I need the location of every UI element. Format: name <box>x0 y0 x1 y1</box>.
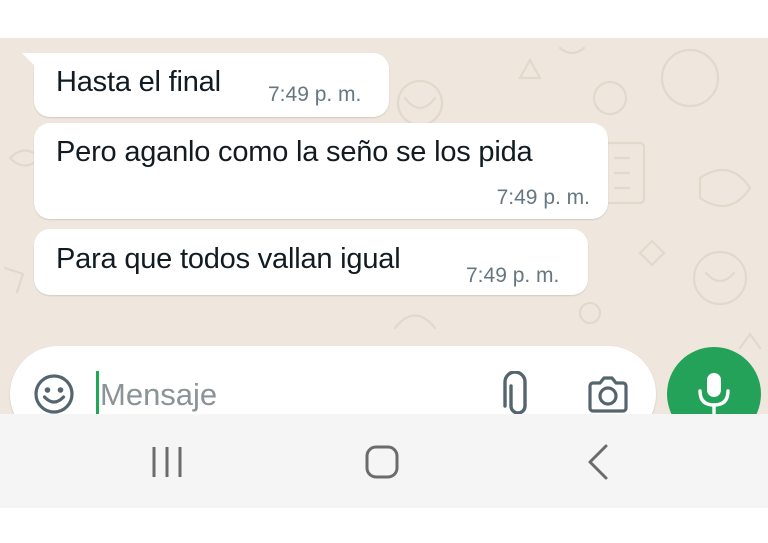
message-timestamp: 7:49 p. m. <box>268 83 362 106</box>
recents-icon[interactable] <box>149 445 185 479</box>
message-text: Pero aganlo como la seño se los pida <box>56 136 533 168</box>
home-icon[interactable] <box>365 445 399 479</box>
text-cursor <box>96 371 99 414</box>
message-bubble[interactable]: Hasta el final 7:49 p. m. <box>22 53 389 117</box>
message-text: Para que todos vallan igual <box>56 243 401 275</box>
bubble-tail <box>22 53 36 67</box>
microphone-icon <box>698 373 730 414</box>
paperclip-icon[interactable] <box>498 371 532 414</box>
message-timestamp: 7:49 p. m. <box>496 186 590 209</box>
emoji-icon[interactable] <box>32 372 76 414</box>
message-bubble[interactable]: Para que todos vallan igual 7:49 p. m. <box>34 229 588 295</box>
camera-icon[interactable] <box>586 374 630 414</box>
chat-area: Hasta el final 7:49 p. m. Pero aganlo co… <box>0 38 768 414</box>
message-timestamp: 7:49 p. m. <box>466 264 560 287</box>
message-bubble[interactable]: Pero aganlo como la seño se los pida 7:4… <box>34 123 608 219</box>
system-nav-bar <box>0 414 768 508</box>
message-text: Hasta el final <box>56 66 221 98</box>
message-input[interactable] <box>100 374 480 414</box>
back-icon[interactable] <box>586 443 610 481</box>
message-composer <box>10 346 656 414</box>
